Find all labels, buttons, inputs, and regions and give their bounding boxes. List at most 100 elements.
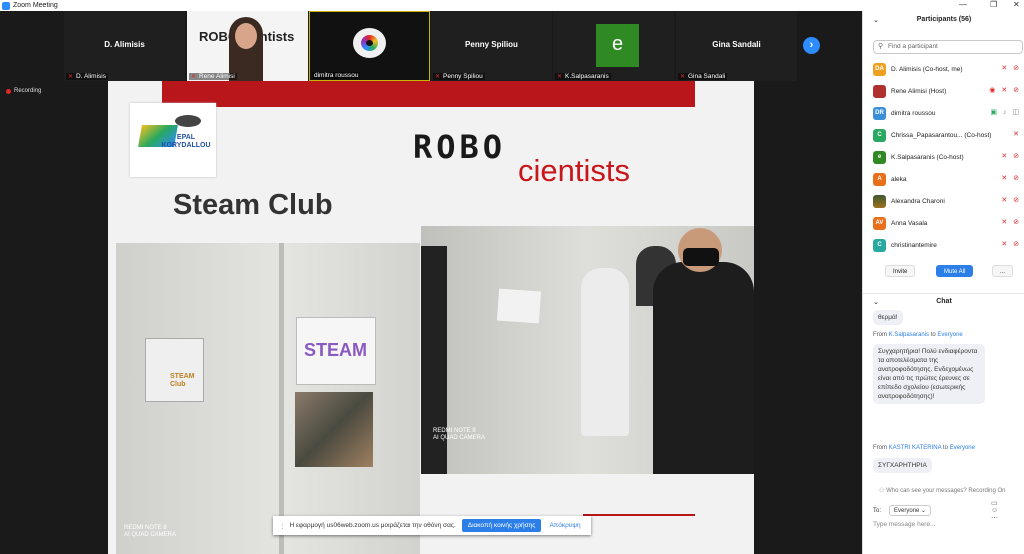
stop-sharing-button[interactable]: Διακοπή κοινής χρήσης: [461, 519, 542, 532]
muted-mic-icon[interactable]: ✕: [1013, 130, 1021, 138]
tile-display-name: Penny Spiliou: [465, 40, 518, 49]
mute-all-button[interactable]: Mute All: [936, 265, 974, 277]
hide-button[interactable]: Απόκρυψη: [549, 522, 580, 529]
more-button[interactable]: ...: [992, 265, 1014, 277]
drag-handle-icon[interactable]: ⋮: [279, 522, 286, 530]
chevron-down-icon[interactable]: ⌄: [873, 16, 879, 24]
share-screen-icon[interactable]: ▣ ♪ ◫: [990, 108, 1021, 116]
tile-name-tag: ✕ K.Salpasaranis: [555, 73, 611, 80]
tile-name-tag: ✕ Rene Alimisi: [189, 73, 237, 80]
chat-message-header: From KASTRI KATERINA to Everyone: [873, 445, 975, 451]
participant-row[interactable]: e K.Salpasaranis (Co-host) ✕ ⊘: [873, 149, 1023, 165]
video-tile-dimitra-roussou[interactable]: dimitra roussou: [309, 11, 430, 81]
bird-icon: [175, 115, 201, 127]
tile-name-tag: ✕ D. Alimisis: [66, 73, 108, 80]
video-tile-d-alimisis[interactable]: D. Alimisis ✕ D. Alimisis: [64, 11, 185, 81]
title-bar: Zoom Meeting — ❐ ✕: [0, 0, 1024, 11]
people-icon: ⚇: [879, 488, 885, 494]
muted-mic-icon: ✕: [680, 73, 686, 80]
slide-red-bar: [162, 81, 695, 107]
participant-name: Alexandra Charoni: [891, 197, 945, 205]
door-sign-card: [496, 288, 542, 324]
video-tile-gina-sandali[interactable]: Gina Sandali ✕ Gina Sandali: [676, 11, 797, 81]
participant-name: christinantemire: [891, 241, 937, 249]
door-sign-steam: STEAM: [296, 317, 376, 385]
participant-row[interactable]: Alexandra Charoni ✕ ⊘: [873, 193, 1023, 209]
muted-mic-icon[interactable]: ◉ ✕ ⊘: [989, 86, 1021, 94]
window-title: Zoom Meeting: [13, 2, 58, 9]
video-tile-k-salpasaranis[interactable]: e ✕ K.Salpasaranis: [553, 11, 674, 81]
participant-search-input[interactable]: ⚲ Find a participant: [873, 40, 1023, 54]
photo-door-steam: STEAM Club STEAM REDMI NOTE 8 AI QUAD CA…: [116, 243, 420, 554]
participant-row[interactable]: A aleka ✕ ⊘: [873, 171, 1023, 187]
tile-display-name: Gina Sandali: [712, 40, 761, 49]
invite-button[interactable]: Invite: [885, 265, 916, 277]
muted-mic-icon[interactable]: ✕ ⊘: [1001, 152, 1021, 160]
scientists-logo-text: cientists: [518, 153, 630, 188]
participant-row[interactable]: Rene Alimisi (Host) ◉ ✕ ⊘: [873, 83, 1023, 99]
chat-message-header: From K.Salpasaranis to Everyone: [873, 332, 963, 338]
restore-icon[interactable]: ❐: [990, 0, 997, 9]
video-strip: D. Alimisis ✕ D. Alimisis ROBO cientists …: [0, 11, 862, 81]
tile-name-tag: ✕ Gina Sandali: [678, 73, 728, 80]
webcam-icon: [353, 28, 386, 58]
video-tile-rene-alimisi[interactable]: ROBO cientists ✕ Rene Alimisi: [187, 11, 308, 81]
recipient-select[interactable]: Everyone ⌄: [889, 505, 932, 516]
chat-header: ⌄ Chat: [863, 293, 1024, 306]
participant-name: D. Alimisis (Co-host, me): [891, 65, 963, 73]
minimize-icon[interactable]: —: [959, 0, 967, 9]
next-page-button[interactable]: ›: [803, 37, 820, 54]
close-icon[interactable]: ✕: [1013, 0, 1020, 9]
participant-row[interactable]: DR dimitra roussou ▣ ♪ ◫: [873, 105, 1023, 121]
participant-name: dimitra roussou: [891, 109, 936, 117]
avatar: DA: [873, 62, 886, 76]
muted-mic-icon: ✕: [191, 73, 197, 80]
muted-mic-icon: ✕: [557, 73, 563, 80]
avatar: [873, 194, 886, 208]
side-panel: ⌄ Participants (56) ⚲ Find a participant…: [862, 11, 1024, 554]
robo-logo-text: ROBO: [413, 128, 507, 166]
participant-name: Chrissa_Papasarantou... (Co-host): [891, 131, 992, 139]
avatar: C: [873, 238, 886, 252]
recording-label: Recording: [14, 88, 42, 94]
shared-screen: EPAL KORYDALLOU ROBO cientists Steam Clu…: [108, 81, 754, 554]
participant-name: Anna Vasala: [891, 219, 928, 227]
avatar: [873, 84, 886, 98]
camera-watermark: REDMI NOTE 8 AI QUAD CAMERA: [433, 428, 486, 441]
avatar: DR: [873, 106, 886, 120]
participant-name: K.Salpasaranis (Co-host): [891, 153, 964, 161]
avatar: e: [873, 150, 886, 164]
chat-message: θερμά!: [873, 310, 903, 325]
muted-mic-icon[interactable]: ✕ ⊘: [1001, 218, 1021, 226]
avatar: e: [596, 24, 639, 67]
chat-message: ΣΥΓΧΑΡΗΤΗΡΙΑ: [873, 458, 932, 473]
muted-mic-icon: ✕: [68, 73, 74, 80]
person-white-hoodie: [581, 268, 629, 436]
graffiti-poster: [295, 392, 373, 467]
muted-mic-icon[interactable]: ✕ ⊘: [1001, 64, 1021, 72]
participant-row[interactable]: C christinantemire ✕ ⊘: [873, 237, 1023, 253]
tile-display-name: D. Alimisis: [104, 40, 145, 49]
participant-row[interactable]: C Chrissa_Papasarantou... (Co-host) ✕: [873, 127, 1023, 143]
muted-mic-icon: ✕: [435, 73, 441, 80]
person-front: [653, 262, 754, 474]
chat-tools-icon[interactable]: ▭ ☺ ⋯: [991, 499, 1001, 522]
recording-indicator[interactable]: Recording: [6, 88, 41, 94]
screen-share-bar: ⋮ Η εφαρμογή us06web.zoom.us μοιράζεται …: [273, 516, 591, 535]
avatar: C: [873, 128, 886, 142]
participant-row[interactable]: DA D. Alimisis (Co-host, me) ✕ ⊘: [873, 61, 1023, 77]
participant-row[interactable]: AV Anna Vasala ✕ ⊘: [873, 215, 1023, 231]
photo-students: REDMI NOTE 8 AI QUAD CAMERA: [421, 226, 754, 474]
logo-text: EPAL KORYDALLOU: [161, 134, 211, 149]
chevron-down-icon[interactable]: ⌄: [873, 298, 879, 306]
video-tile-penny-spiliou[interactable]: Penny Spiliou ✕ Penny Spiliou: [431, 11, 552, 81]
chat-input[interactable]: Type message here...: [873, 521, 936, 528]
recording-dot-icon: [6, 88, 11, 94]
chat-message: Συγχαρητήρια! Πολύ ενδιαφέροντα τα αποτε…: [873, 344, 985, 404]
tile-name-tag: ✕ Penny Spiliou: [433, 73, 485, 80]
muted-mic-icon[interactable]: ✕ ⊘: [1001, 196, 1021, 204]
muted-mic-icon[interactable]: ✕ ⊘: [1001, 240, 1021, 248]
muted-mic-icon[interactable]: ✕ ⊘: [1001, 174, 1021, 182]
who-can-see-link[interactable]: ⚇ Who can see your messages? Recording O…: [879, 487, 1005, 494]
school-logo: EPAL KORYDALLOU: [130, 103, 216, 177]
